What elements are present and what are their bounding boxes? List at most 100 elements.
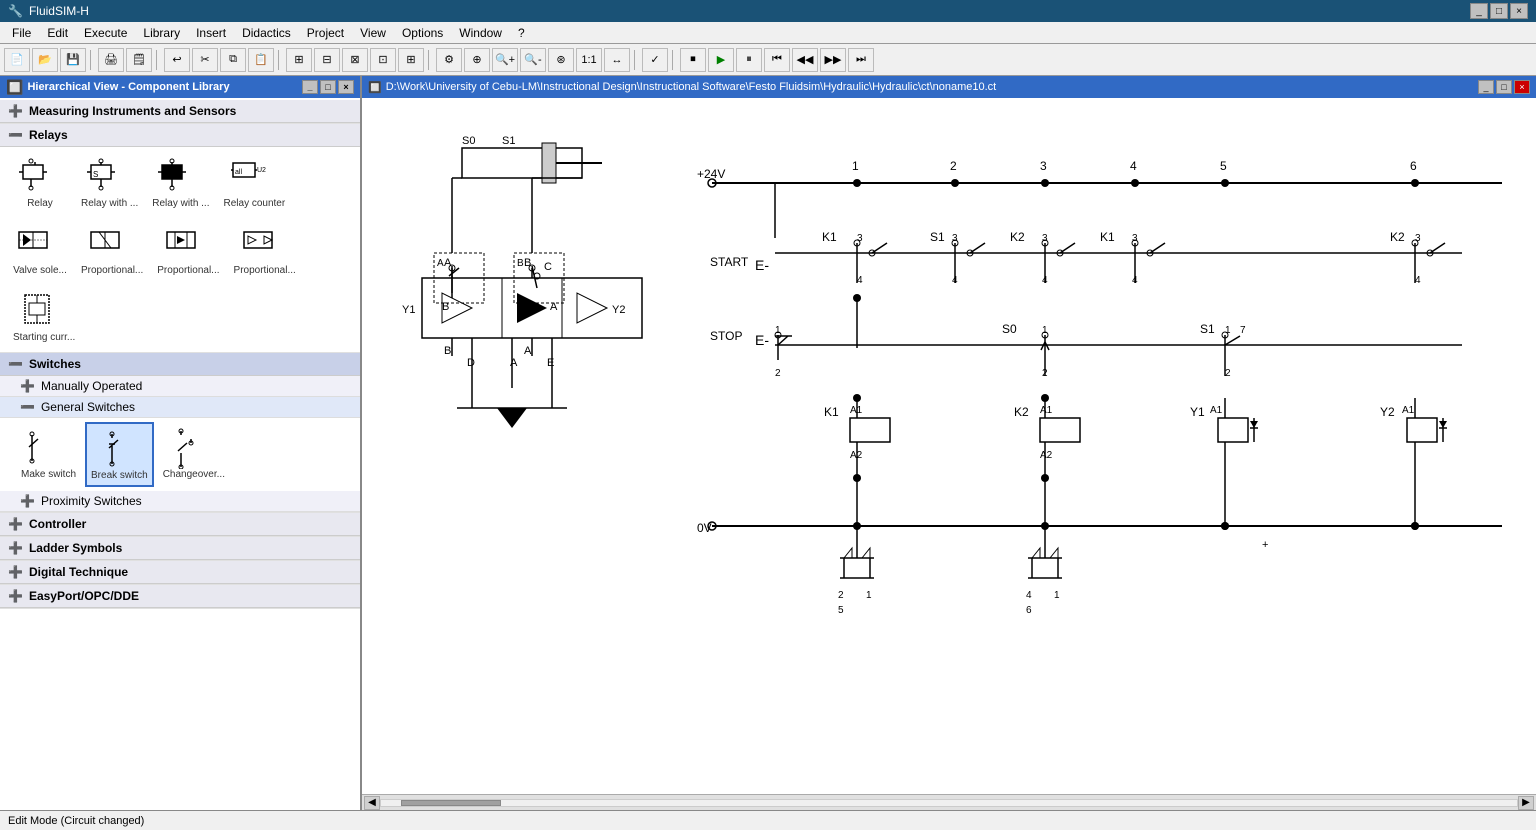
component-relay[interactable]: Relay bbox=[8, 151, 72, 214]
prop1-label: Proportional... bbox=[81, 265, 143, 276]
align-right-button[interactable]: ⊠ bbox=[342, 48, 368, 72]
component-prop2[interactable]: Proportional... bbox=[152, 218, 224, 281]
section-ladder-label: Ladder Symbols bbox=[29, 541, 122, 555]
step-back-button[interactable]: ◀◀ bbox=[792, 48, 818, 72]
component-valve-sole[interactable]: Valve sole... bbox=[8, 218, 72, 281]
menu-bar: File Edit Execute Library Insert Didacti… bbox=[0, 22, 1536, 44]
menu-view[interactable]: View bbox=[352, 24, 394, 42]
menu-help[interactable]: ? bbox=[510, 24, 533, 42]
relay-b-icon bbox=[154, 156, 208, 196]
manually-op-icon: ➕ bbox=[20, 379, 35, 393]
component-relay-counter[interactable]: all U2 Relay counter bbox=[219, 151, 291, 214]
component-prop1[interactable]: Proportional... bbox=[76, 218, 148, 281]
zoom-fit2-button[interactable]: ↔ bbox=[604, 48, 630, 72]
general-sw-label: General Switches bbox=[41, 400, 135, 414]
component-starting[interactable]: Starting curr... bbox=[8, 285, 80, 348]
component-make-switch[interactable]: Make switch bbox=[16, 422, 81, 487]
menu-window[interactable]: Window bbox=[451, 24, 510, 42]
prop3-icon bbox=[238, 223, 292, 263]
panel-minimize[interactable]: _ bbox=[302, 80, 318, 94]
fast-forward-button[interactable]: ⏭ bbox=[848, 48, 874, 72]
zoom-custom-button[interactable]: ⊛ bbox=[548, 48, 574, 72]
section-measuring-header[interactable]: ➕ Measuring Instruments and Sensors bbox=[0, 100, 360, 123]
changeover-icon bbox=[167, 427, 221, 467]
menu-file[interactable]: File bbox=[4, 24, 39, 42]
step-forward-button[interactable]: ▶▶ bbox=[820, 48, 846, 72]
menu-didactics[interactable]: Didactics bbox=[234, 24, 299, 42]
component-lib-button[interactable]: ⚙ bbox=[436, 48, 462, 72]
svg-text:+24V: +24V bbox=[697, 167, 725, 181]
canvas-close[interactable]: × bbox=[1514, 80, 1530, 94]
tree-area[interactable]: ➕ Measuring Instruments and Sensors ➖ Re… bbox=[0, 98, 360, 810]
print-button[interactable]: 🖨 bbox=[98, 48, 124, 72]
zoom-fit-button[interactable]: ⊕ bbox=[464, 48, 490, 72]
print-preview-button[interactable]: 🗒 bbox=[126, 48, 152, 72]
maximize-button[interactable]: □ bbox=[1490, 3, 1508, 19]
copy-button[interactable]: ⧉ bbox=[220, 48, 246, 72]
relays-components: Relay S bbox=[8, 151, 352, 214]
play-button[interactable]: ▶ bbox=[708, 48, 734, 72]
section-relays-header[interactable]: ➖ Relays bbox=[0, 124, 360, 147]
menu-insert[interactable]: Insert bbox=[188, 24, 234, 42]
minimize-button[interactable]: _ bbox=[1470, 3, 1488, 19]
component-changeover[interactable]: Changeover... bbox=[158, 422, 230, 487]
menu-edit[interactable]: Edit bbox=[39, 24, 76, 42]
zoom-100-button[interactable]: 1:1 bbox=[576, 48, 602, 72]
open-button[interactable]: 📂 bbox=[32, 48, 58, 72]
cut-button[interactable]: ✂ bbox=[192, 48, 218, 72]
menu-project[interactable]: Project bbox=[299, 24, 352, 42]
svg-text:3: 3 bbox=[1040, 159, 1047, 173]
section-ladder-header[interactable]: ➕ Ladder Symbols bbox=[0, 537, 360, 560]
save-button[interactable]: 💾 bbox=[60, 48, 86, 72]
circuit-diagram: S0 S1 Y1 Y2 A B B A bbox=[362, 98, 1522, 794]
component-break-switch[interactable]: Break switch bbox=[85, 422, 154, 487]
component-relay-s[interactable]: S Relay with ... bbox=[76, 151, 143, 214]
h-scrollbar-thumb[interactable] bbox=[401, 800, 501, 806]
distribute-button[interactable]: ⊡ bbox=[370, 48, 396, 72]
svg-text:A: A bbox=[550, 301, 558, 313]
undo-button[interactable]: ↩ bbox=[164, 48, 190, 72]
svg-text:B: B bbox=[442, 301, 449, 313]
pause-button[interactable]: ⏸ bbox=[736, 48, 762, 72]
menu-options[interactable]: Options bbox=[394, 24, 451, 42]
panel-close[interactable]: × bbox=[338, 80, 354, 94]
svg-text:A1: A1 bbox=[1040, 405, 1053, 416]
align-center-button[interactable]: ⊟ bbox=[314, 48, 340, 72]
paste-button[interactable]: 📋 bbox=[248, 48, 274, 72]
stop-button[interactable]: ⏹ bbox=[680, 48, 706, 72]
menu-library[interactable]: Library bbox=[135, 24, 188, 42]
canvas-restore[interactable]: □ bbox=[1496, 80, 1512, 94]
scroll-right-button[interactable]: ▶ bbox=[1518, 796, 1534, 810]
h-scrollbar[interactable]: ◀ ▶ bbox=[362, 794, 1536, 810]
svg-text:4: 4 bbox=[1026, 590, 1032, 601]
panel-maximize[interactable]: □ bbox=[320, 80, 336, 94]
general-switches-grid: Make switch bbox=[0, 418, 360, 491]
component-relay-b[interactable]: Relay with ... bbox=[147, 151, 214, 214]
rewind-button[interactable]: ⏮ bbox=[764, 48, 790, 72]
svg-text:1: 1 bbox=[852, 159, 859, 173]
menu-execute[interactable]: Execute bbox=[76, 24, 135, 42]
section-easyport-header[interactable]: ➕ EasyPort/OPC/DDE bbox=[0, 585, 360, 608]
subsection-proximity-switches[interactable]: ➕ Proximity Switches bbox=[0, 491, 360, 512]
canvas-minimize[interactable]: _ bbox=[1478, 80, 1494, 94]
svg-text:K1: K1 bbox=[824, 405, 839, 419]
svg-text:K2: K2 bbox=[1010, 230, 1025, 244]
canvas-area[interactable]: S0 S1 Y1 Y2 A B B A bbox=[362, 98, 1536, 794]
spacing-button[interactable]: ⊞ bbox=[398, 48, 424, 72]
scroll-left-button[interactable]: ◀ bbox=[364, 796, 380, 810]
simulation-check-button[interactable]: ✓ bbox=[642, 48, 668, 72]
component-prop3[interactable]: Proportional... bbox=[229, 218, 301, 281]
subsection-manually-operated[interactable]: ➕ Manually Operated bbox=[0, 376, 360, 397]
new-button[interactable]: 📄 bbox=[4, 48, 30, 72]
zoom-in-button[interactable]: 🔍+ bbox=[492, 48, 518, 72]
app-icon: 🔧 bbox=[8, 4, 23, 18]
zoom-out-button[interactable]: 🔍- bbox=[520, 48, 546, 72]
section-controller-header[interactable]: ➕ Controller bbox=[0, 513, 360, 536]
section-switches-header[interactable]: ➖ Switches bbox=[0, 353, 360, 376]
subsection-general-switches[interactable]: ➖ General Switches bbox=[0, 397, 360, 418]
section-digital-header[interactable]: ➕ Digital Technique bbox=[0, 561, 360, 584]
h-scrollbar-track[interactable] bbox=[380, 799, 1518, 807]
close-button[interactable]: × bbox=[1510, 3, 1528, 19]
svg-text:B: B bbox=[444, 345, 451, 357]
align-left-button[interactable]: ⊞ bbox=[286, 48, 312, 72]
